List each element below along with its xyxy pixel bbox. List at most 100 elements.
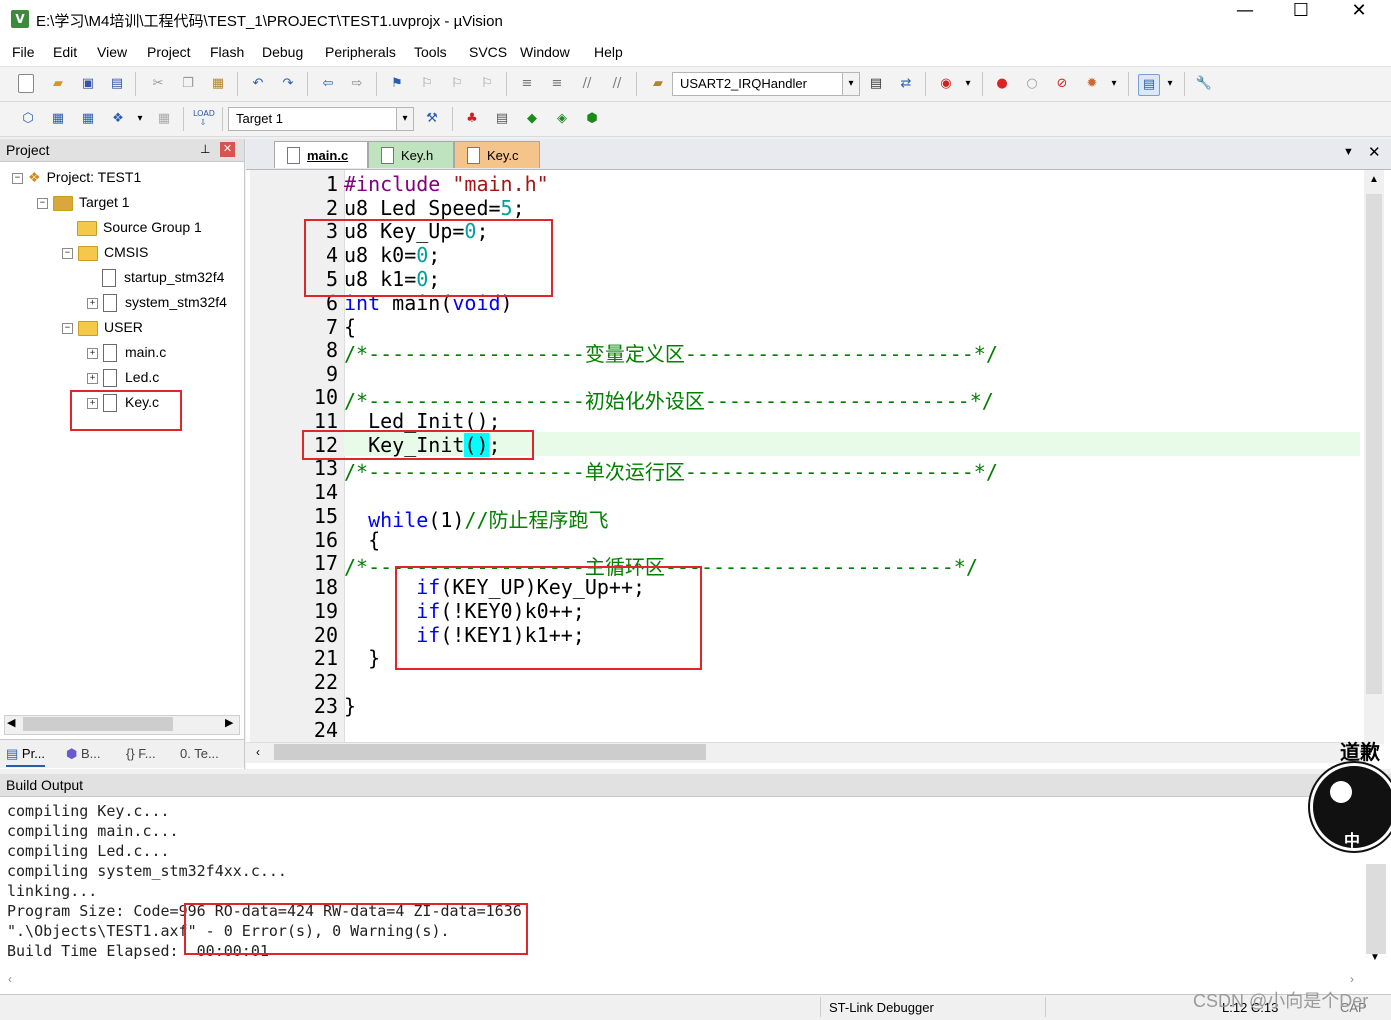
menu-project[interactable]: Project (147, 44, 191, 60)
select-packs-icon[interactable]: ◆ (522, 109, 542, 129)
save-all-icon[interactable]: ▤ (107, 74, 127, 94)
copy-icon[interactable]: ❐ (178, 74, 198, 94)
collapse-icon[interactable]: − (62, 322, 73, 334)
rebuild-icon[interactable]: ▦ (78, 109, 98, 129)
tree-item-target[interactable]: − Target 1 (37, 190, 130, 214)
code-line-13[interactable]: /*------------------单次运行区---------------… (344, 456, 998, 485)
open-file-icon[interactable]: ▰ (48, 74, 68, 94)
tab-books[interactable]: ⬢ B... (66, 743, 100, 765)
function-combo[interactable]: USART2_IRQHandler ▾ (672, 72, 860, 96)
tree-item-system[interactable]: + system_stm32f4 (87, 290, 227, 314)
close-pane-icon[interactable]: ✕ (220, 142, 235, 157)
menu-help[interactable]: Help (594, 44, 623, 60)
chevron-down-icon[interactable]: ▾ (396, 108, 413, 130)
collapse-icon[interactable]: − (12, 172, 23, 184)
disable-breakpoint-icon[interactable]: ○ (1022, 74, 1042, 94)
debug-dropdown-icon[interactable]: ▾ (958, 74, 978, 94)
file-extensions-icon[interactable]: ▤ (492, 109, 512, 129)
code-line-23[interactable]: } (344, 694, 356, 718)
pin-icon[interactable]: ⊥ (200, 142, 210, 156)
paste-icon[interactable]: ▦ (208, 74, 228, 94)
cut-icon[interactable]: ✂ (148, 74, 168, 94)
stop-build-icon[interactable]: ▦ (154, 109, 174, 129)
nav-forward-icon[interactable]: ⇨ (347, 74, 367, 94)
target-combo[interactable]: Target 1 ▾ (228, 107, 414, 131)
indent-icon[interactable]: ≡ (517, 74, 537, 94)
project-hscrollbar[interactable]: ◀ ▶ (4, 715, 240, 735)
redo-icon[interactable]: ↷ (278, 74, 298, 94)
configure-icon[interactable]: 🔧 (1194, 74, 1214, 94)
tab-project[interactable]: ▤ Pr... (6, 743, 46, 767)
tree-item-cmsis[interactable]: − CMSIS (62, 240, 148, 264)
code-line-21[interactable]: } (344, 646, 380, 670)
scroll-right-icon[interactable]: › (1350, 972, 1354, 986)
build-vscroll-thumb[interactable] (1366, 864, 1386, 954)
find-icon[interactable]: ▤ (866, 74, 886, 94)
code-line-16[interactable]: { (344, 528, 380, 552)
clear-bookmarks-icon[interactable]: ⚐ (477, 74, 497, 94)
target-options-icon[interactable]: ⚒ (422, 109, 442, 129)
code-line-1[interactable]: #include "main.h" (344, 172, 549, 196)
nav-back-icon[interactable]: ⇦ (318, 74, 338, 94)
uncomment-icon[interactable]: // (607, 74, 627, 94)
tab-functions[interactable]: {} F... (126, 743, 156, 765)
next-bookmark-icon[interactable]: ⚐ (447, 74, 467, 94)
scroll-right-icon[interactable]: ▶ (225, 716, 233, 729)
breakpoint-icon[interactable]: ● (992, 74, 1012, 94)
tree-item-project[interactable]: − ❖ Project: TEST1 (12, 165, 141, 189)
breakpoint-dropdown-icon[interactable]: ▾ (1104, 74, 1124, 94)
menu-tools[interactable]: Tools (414, 44, 447, 60)
expand-icon[interactable]: + (87, 297, 98, 309)
code-line-7[interactable]: { (344, 315, 356, 339)
code-line-15[interactable]: while(1)//防止程序跑飞 (344, 504, 608, 533)
tree-item-led-c[interactable]: + Led.c (87, 365, 159, 389)
minimize-button[interactable]: — (1216, 0, 1274, 40)
manage-components-icon[interactable]: ♣ (462, 109, 482, 129)
undo-icon[interactable]: ↶ (248, 74, 268, 94)
comment-icon[interactable]: // (577, 74, 597, 94)
save-icon[interactable]: ▣ (78, 74, 98, 94)
menu-edit[interactable]: Edit (53, 44, 77, 60)
scroll-up-icon[interactable]: ▲ (1369, 174, 1379, 185)
unindent-icon[interactable]: ≡ (547, 74, 567, 94)
code-line-2[interactable]: u8 Led_Speed=5; (344, 196, 525, 220)
batch-dropdown-icon[interactable]: ▾ (130, 109, 150, 129)
editor-vscroll-thumb[interactable] (1366, 194, 1382, 694)
window-layout-dropdown-icon[interactable]: ▾ (1160, 74, 1180, 94)
editor-hscroll-thumb[interactable] (274, 744, 706, 760)
tab-templates[interactable]: 0. Te... (180, 743, 219, 765)
disable-all-breakpoints-icon[interactable]: ⊘ (1052, 74, 1072, 94)
kill-breakpoints-icon[interactable]: ✹ (1082, 74, 1102, 94)
pack-installer-icon[interactable]: ◈ (552, 109, 572, 129)
expand-icon[interactable]: + (87, 372, 98, 384)
maximize-button[interactable]: ☐ (1272, 0, 1330, 40)
menu-window[interactable]: Window (520, 44, 570, 60)
scroll-down-icon[interactable]: ▼ (1370, 952, 1380, 963)
find-in-files-icon[interactable]: ▰ (648, 74, 668, 94)
menu-view[interactable]: View (97, 44, 127, 60)
menu-debug[interactable]: Debug (262, 44, 303, 60)
chevron-down-icon[interactable]: ▾ (842, 73, 859, 95)
menu-file[interactable]: File (12, 44, 35, 60)
scroll-thumb[interactable] (23, 717, 173, 731)
batch-build-icon[interactable]: ❖ (108, 109, 128, 129)
tab-key-c[interactable]: Key.c (454, 141, 540, 168)
tree-item-main-c[interactable]: + main.c (87, 340, 166, 364)
close-tab-icon[interactable]: ✕ (1368, 143, 1381, 161)
close-button[interactable]: ✕ (1330, 0, 1388, 40)
scroll-left-icon[interactable]: ‹ (256, 745, 260, 759)
replace-icon[interactable]: ⇄ (896, 74, 916, 94)
menu-svcs[interactable]: SVCS (469, 44, 507, 60)
bookmark-icon[interactable]: ⚑ (387, 74, 407, 94)
prev-bookmark-icon[interactable]: ⚐ (417, 74, 437, 94)
tab-key-h[interactable]: Key.h (368, 141, 454, 168)
window-layout-icon[interactable]: ▤ (1138, 74, 1160, 96)
new-file-icon[interactable] (18, 74, 34, 93)
code-line-8[interactable]: /*------------------变量定义区---------------… (344, 338, 998, 367)
debug-session-icon[interactable]: ◉ (936, 74, 956, 94)
translate-icon[interactable]: ⬡ (18, 109, 38, 129)
scroll-left-icon[interactable]: ◀ (7, 716, 15, 729)
menu-peripherals[interactable]: Peripherals (325, 44, 396, 60)
tree-item-user[interactable]: − USER (62, 315, 143, 339)
run-time-env-icon[interactable]: ⬢ (582, 109, 602, 129)
